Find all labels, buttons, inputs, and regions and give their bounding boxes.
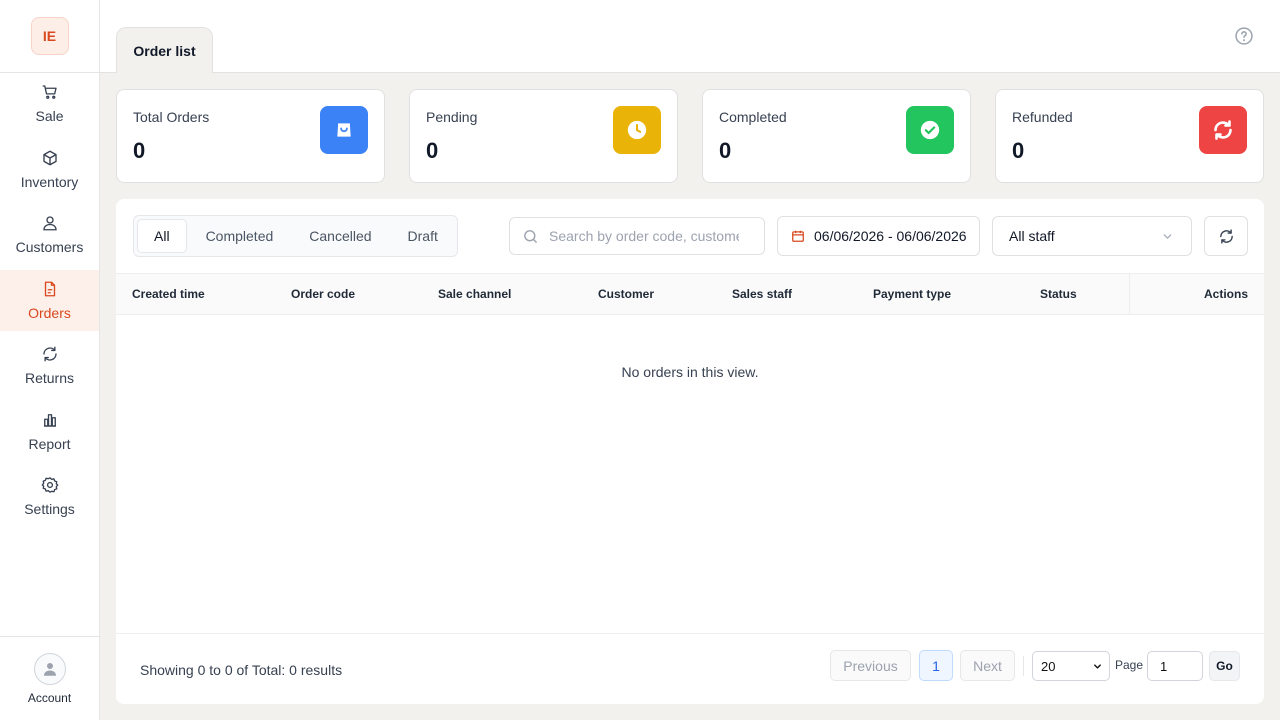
stat-card-completed: Completed 0 bbox=[702, 89, 971, 183]
column-header-payment-type[interactable]: Payment type bbox=[873, 274, 951, 314]
stat-value: 0 bbox=[1012, 138, 1025, 163]
document-icon bbox=[44, 281, 55, 297]
bar-chart-icon bbox=[43, 414, 56, 427]
search-icon bbox=[524, 229, 537, 243]
sidebar-item-label: Returns bbox=[24, 370, 75, 386]
page-label: Page bbox=[1115, 658, 1144, 672]
refresh-button[interactable] bbox=[1204, 216, 1248, 256]
column-header-customer[interactable]: Customer bbox=[598, 274, 654, 314]
refresh-icon bbox=[1199, 106, 1247, 154]
cart-icon bbox=[42, 85, 57, 99]
sidebar-item-customers[interactable]: Customers bbox=[0, 204, 99, 265]
column-header-actions: Actions bbox=[1129, 274, 1264, 314]
account-label: Account bbox=[27, 690, 72, 705]
filter-tab-draft[interactable]: Draft bbox=[391, 219, 455, 253]
refresh-icon bbox=[42, 346, 57, 362]
column-header-created-time[interactable]: Created time bbox=[132, 274, 205, 314]
date-range-picker[interactable]: 06/06/2026 - 06/06/2026 bbox=[777, 216, 980, 256]
empty-state-message: No orders in this view. bbox=[621, 364, 759, 380]
sidebar-item-returns[interactable]: Returns bbox=[0, 335, 99, 396]
previous-page-button[interactable]: Previous bbox=[830, 650, 911, 681]
chevron-down-icon bbox=[1094, 663, 1101, 669]
go-button[interactable]: Go bbox=[1209, 651, 1240, 681]
filter-tab-cancelled[interactable]: Cancelled bbox=[292, 219, 388, 253]
avatar bbox=[33, 652, 66, 685]
sidebar: IE Sale Inventory Customers Orders Retur… bbox=[0, 0, 100, 720]
staff-select-value: All staff bbox=[1009, 228, 1055, 244]
search-input[interactable] bbox=[549, 228, 739, 244]
calendar-icon bbox=[792, 230, 804, 242]
stat-card-total-orders: Total Orders 0 bbox=[116, 89, 385, 183]
top-bar: Order list bbox=[100, 0, 1280, 73]
pagination-bar: Showing 0 to 0 of Total: 0 results Previ… bbox=[116, 633, 1264, 704]
results-summary: Showing 0 to 0 of Total: 0 results bbox=[140, 662, 343, 678]
stat-value: 0 bbox=[426, 138, 439, 163]
pagination-divider bbox=[1023, 656, 1024, 676]
sidebar-item-inventory[interactable]: Inventory bbox=[0, 139, 99, 200]
chevron-down-icon bbox=[1163, 233, 1172, 239]
column-header-sale-channel[interactable]: Sale channel bbox=[438, 274, 511, 314]
sidebar-item-label: Sale bbox=[35, 108, 64, 124]
tab-order-list[interactable]: Order list bbox=[116, 27, 213, 73]
search-box bbox=[509, 217, 765, 255]
page-number-input[interactable]: 1 bbox=[1147, 651, 1203, 681]
column-header-order-code[interactable]: Order code bbox=[291, 274, 355, 314]
gear-icon bbox=[41, 477, 58, 493]
logo-area: IE bbox=[0, 0, 99, 73]
user-icon bbox=[43, 662, 56, 676]
sidebar-item-report[interactable]: Report bbox=[0, 401, 99, 462]
page-number-button[interactable]: 1 bbox=[919, 650, 953, 681]
staff-select[interactable]: All staff bbox=[992, 216, 1192, 256]
stat-value: 0 bbox=[133, 138, 146, 163]
account-button[interactable]: Account bbox=[0, 636, 99, 720]
page-size-value: 20 bbox=[1041, 658, 1056, 674]
refresh-icon bbox=[1219, 228, 1233, 244]
page-size-select[interactable]: 20 bbox=[1032, 651, 1110, 681]
app-logo[interactable]: IE bbox=[30, 17, 69, 55]
help-circle-icon[interactable] bbox=[1234, 26, 1254, 46]
filter-tab-completed[interactable]: Completed bbox=[189, 219, 291, 253]
stat-label: Completed bbox=[719, 109, 787, 125]
orders-panel: All Completed Cancelled Draft 06/06/2026… bbox=[116, 199, 1264, 704]
box-icon bbox=[42, 150, 57, 166]
stat-label: Pending bbox=[426, 109, 478, 125]
sidebar-item-label: Customers bbox=[15, 239, 84, 255]
bag-icon bbox=[320, 106, 368, 154]
date-range-value: 06/06/2026 - 06/06/2026 bbox=[814, 228, 967, 244]
stat-value: 0 bbox=[719, 138, 732, 163]
next-page-button[interactable]: Next bbox=[960, 650, 1015, 681]
stat-label: Total Orders bbox=[133, 109, 210, 125]
sidebar-item-label: Inventory bbox=[20, 174, 79, 190]
filter-tab-all[interactable]: All bbox=[137, 219, 187, 253]
status-filter-tabs: All Completed Cancelled Draft bbox=[133, 215, 458, 257]
sidebar-item-settings[interactable]: Settings bbox=[0, 466, 99, 527]
check-circle-icon bbox=[906, 106, 954, 154]
clock-icon bbox=[613, 106, 661, 154]
sidebar-item-label: Orders bbox=[28, 305, 71, 321]
stat-card-pending: Pending 0 bbox=[409, 89, 678, 183]
user-icon bbox=[42, 216, 57, 231]
stat-label: Refunded bbox=[1012, 109, 1073, 125]
column-header-sales-staff[interactable]: Sales staff bbox=[732, 274, 792, 314]
table-header: Created time Order code Sale channel Cus… bbox=[116, 273, 1264, 315]
sidebar-item-orders[interactable]: Orders bbox=[0, 270, 99, 331]
stat-card-refunded: Refunded 0 bbox=[995, 89, 1264, 183]
sidebar-item-label: Report bbox=[28, 436, 71, 452]
sidebar-item-label: Settings bbox=[24, 501, 75, 517]
sidebar-item-sale[interactable]: Sale bbox=[0, 73, 99, 134]
column-header-status[interactable]: Status bbox=[1040, 274, 1077, 314]
